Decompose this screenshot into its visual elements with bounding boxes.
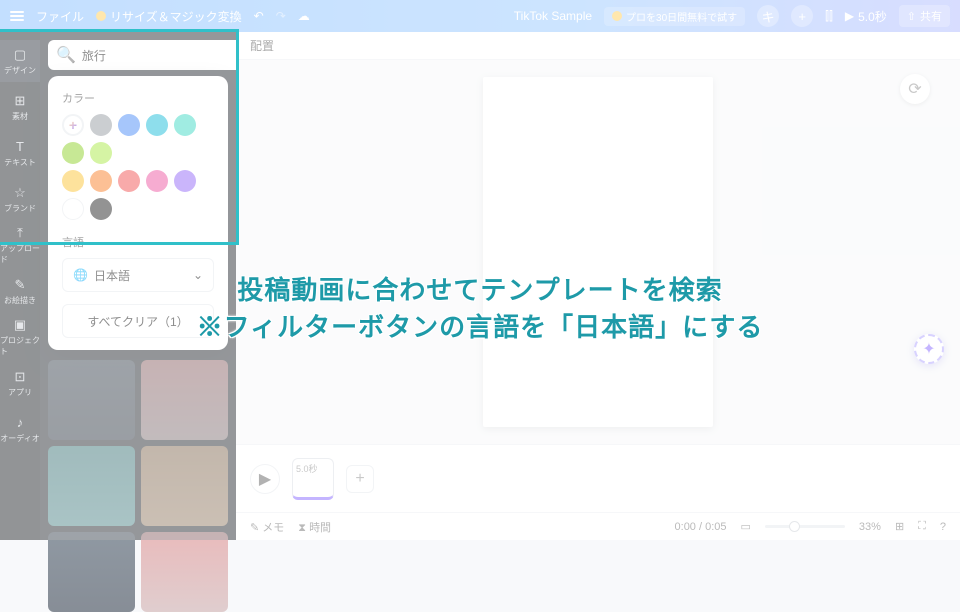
play-button[interactable]: ▶ — [250, 464, 280, 494]
search-input[interactable] — [82, 48, 237, 62]
duration-button[interactable]: ⧗ 時間 — [298, 519, 331, 535]
rail-icon: ⊡ — [12, 369, 28, 385]
resize-menu[interactable]: リサイズ＆マジック変換 — [96, 8, 242, 25]
color-swatch[interactable] — [90, 114, 112, 136]
position-label[interactable]: 配置 — [250, 37, 274, 54]
analytics-icon[interactable]: ⫿⫿ — [825, 9, 833, 24]
color-swatch[interactable] — [174, 170, 196, 192]
side-rail: ▢デザイン⊞素材Tテキスト☆ブランド⤒アップロード✎お絵描き▣プロジェクト⊡アプ… — [0, 32, 40, 540]
color-swatch[interactable] — [174, 114, 196, 136]
bottom-bar: ✎ メモ ⧗ 時間 0:00 / 0:05 ▭ 33% ⊞ ⛶ ? — [236, 512, 960, 540]
template-thumbnail[interactable] — [141, 532, 228, 612]
share-button[interactable]: ⇧ 共有 — [899, 5, 950, 27]
add-page-fab[interactable]: ✦ — [914, 334, 944, 364]
add-color-swatch[interactable] — [62, 114, 84, 136]
color-swatch[interactable] — [146, 114, 168, 136]
language-select[interactable]: 🌐日本語 ⌄ — [62, 258, 214, 292]
crown-icon — [96, 11, 106, 21]
zoom-slider[interactable] — [765, 525, 845, 528]
rail-item-アプリ[interactable]: ⊡アプリ — [0, 362, 40, 404]
template-search[interactable]: 🔍 ✕ — [48, 40, 265, 70]
rail-item-素材[interactable]: ⊞素材 — [0, 86, 40, 128]
play-duration[interactable]: ▶ 5.0秒 — [845, 8, 887, 25]
rail-item-プロジェクト[interactable]: ▣プロジェクト — [0, 316, 40, 358]
timeline: ▶ 5.0秒 + — [236, 444, 960, 512]
language-section-label: 言語 — [62, 234, 214, 250]
file-menu[interactable]: ファイル — [36, 8, 84, 25]
search-icon: 🔍 — [56, 45, 76, 65]
rail-icon: ▢ — [12, 47, 28, 63]
add-scene-button[interactable]: + — [346, 465, 374, 493]
color-swatch[interactable] — [146, 170, 168, 192]
rail-item-オーディオ[interactable]: ♪オーディオ — [0, 408, 40, 450]
template-thumbnail[interactable] — [48, 360, 135, 440]
color-swatch[interactable] — [118, 114, 140, 136]
view-icon[interactable]: ▭ — [741, 520, 751, 533]
canvas-toolbar: 配置 — [236, 32, 960, 60]
crown-icon — [612, 11, 622, 21]
cloud-sync-icon[interactable]: ☁ — [298, 9, 310, 23]
try-pro-button[interactable]: プロを30日間無料で試す — [604, 7, 745, 26]
top-toolbar: ファイル リサイズ＆マジック変換 ↶ ↷ ☁ TikTok Sample プロを… — [0, 0, 960, 32]
refresh-button[interactable]: ⟳ — [900, 74, 930, 104]
color-swatch[interactable] — [62, 198, 84, 220]
color-swatch[interactable] — [90, 142, 112, 164]
rail-icon: ☆ — [12, 185, 28, 201]
undo-button[interactable]: ↶ — [254, 9, 264, 23]
rail-item-テキスト[interactable]: Tテキスト — [0, 132, 40, 174]
chevron-down-icon: ⌄ — [193, 268, 203, 282]
redo-button[interactable]: ↷ — [276, 9, 286, 23]
rail-icon: ▣ — [12, 317, 28, 333]
template-thumbnail[interactable] — [141, 360, 228, 440]
color-swatch[interactable] — [90, 198, 112, 220]
clear-filters-button[interactable]: すべてクリア（1） — [62, 304, 214, 338]
globe-icon: 🌐 — [73, 268, 88, 282]
zoom-value: 33% — [859, 521, 881, 533]
canvas-area: 配置 ⟳ ✦ ▶ 5.0秒 + ✎ メモ ⧗ 時間 0:00 / 0:05 ▭ … — [236, 32, 960, 540]
grid-view-icon[interactable]: ⊞ — [895, 520, 904, 533]
rail-item-アップロード[interactable]: ⤒アップロード — [0, 224, 40, 266]
rail-item-お絵描き[interactable]: ✎お絵描き — [0, 270, 40, 312]
template-thumbnail[interactable] — [48, 446, 135, 526]
filter-popover: カラー 言語 🌐日本語 ⌄ すべてクリア（1） — [48, 76, 228, 350]
canvas-page[interactable] — [483, 77, 713, 427]
help-button[interactable]: ? — [940, 521, 946, 533]
add-button[interactable]: + — [791, 5, 813, 27]
time-display: 0:00 / 0:05 — [675, 521, 727, 533]
rail-icon: ✎ — [12, 277, 28, 293]
template-thumbnail[interactable] — [141, 446, 228, 526]
template-results — [48, 360, 228, 612]
color-swatch[interactable] — [118, 170, 140, 192]
user-avatar[interactable]: キ — [757, 5, 779, 27]
rail-icon: ⤒ — [12, 225, 28, 241]
templates-panel: 🔍 ✕ ⚙ 1 カラー 言語 🌐日本語 ⌄ すべてクリア（1） — [40, 32, 236, 540]
color-swatch[interactable] — [62, 142, 84, 164]
rail-icon: ⊞ — [12, 93, 28, 109]
menu-icon[interactable] — [10, 11, 24, 21]
notes-button[interactable]: ✎ メモ — [250, 519, 284, 535]
color-swatch[interactable] — [62, 170, 84, 192]
rail-icon: T — [12, 139, 28, 155]
timeline-thumb[interactable]: 5.0秒 — [292, 458, 334, 500]
rail-item-ブランド[interactable]: ☆ブランド — [0, 178, 40, 220]
rail-icon: ♪ — [12, 415, 28, 431]
document-title[interactable]: TikTok Sample — [514, 9, 592, 23]
color-section-label: カラー — [62, 90, 214, 106]
template-thumbnail[interactable] — [48, 532, 135, 612]
color-swatch[interactable] — [90, 170, 112, 192]
rail-item-デザイン[interactable]: ▢デザイン — [0, 40, 40, 82]
fullscreen-icon[interactable]: ⛶ — [918, 520, 926, 533]
